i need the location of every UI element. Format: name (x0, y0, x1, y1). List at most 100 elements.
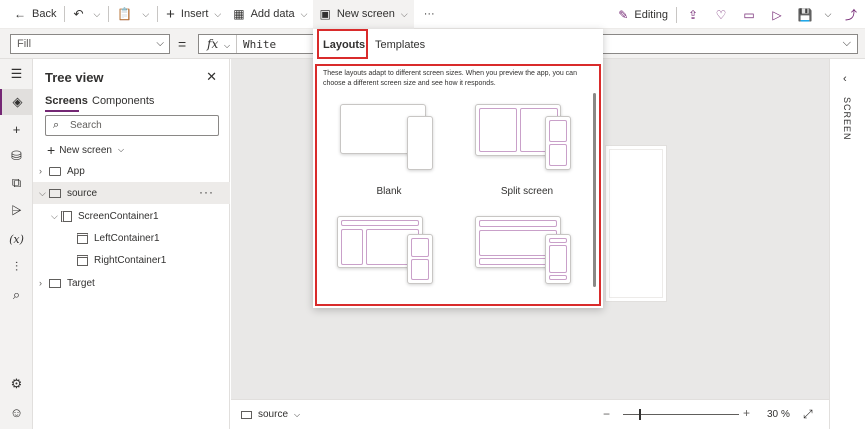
data-cylinder-icon[interactable]: ⛁ (0, 143, 33, 169)
tree-item-leftcontainer1[interactable]: LeftContainer1 (33, 227, 230, 249)
app-icon (49, 166, 61, 176)
layouts-description: These layouts adapt to different screen … (323, 70, 577, 87)
tab-components[interactable]: Components (92, 95, 154, 107)
tree-view-pane: Tree view ✕ Screens Components ⌕ Search … (33, 59, 230, 429)
new-screen-icon: ▣ (319, 7, 331, 21)
zoom-unit: % (781, 409, 790, 420)
chevron-down-icon: ⌵ (51, 210, 58, 221)
chevron-down-icon: ⌵ (294, 409, 301, 419)
chevron-down-icon: ⌵ (224, 41, 231, 50)
search-placeholder: Search (70, 120, 102, 131)
tree-search-input[interactable]: ⌕ Search (45, 115, 219, 136)
insert-button[interactable]: + Insert ⌵ (160, 0, 227, 29)
tab-templates[interactable]: Templates (375, 39, 425, 51)
chevron-down-icon: ⌵ (118, 145, 125, 154)
tree-item-app[interactable]: › App (33, 160, 230, 182)
chevron-down-icon: ⌵ (300, 8, 308, 19)
power-automate-icon[interactable]: ⩥ (0, 198, 33, 224)
zoom-slider-thumb[interactable] (639, 409, 641, 420)
chevron-right-icon: › (39, 166, 42, 176)
tree-item-label: LeftContainer1 (94, 232, 160, 244)
plus-icon: + (166, 5, 175, 23)
search-icon[interactable]: ⌕ (0, 282, 33, 308)
layout-sidebar[interactable] (337, 216, 437, 306)
layout-header-main-footer[interactable] (475, 216, 575, 306)
variables-icon[interactable]: (x) (0, 226, 33, 252)
save-dropdown-chevron-icon[interactable]: ⌵ (819, 0, 837, 29)
editing-label: Editing (634, 8, 668, 21)
new-screen-button[interactable]: ▣ New screen ⌵ (313, 0, 414, 29)
settings-gear-icon[interactable]: ⚙ (0, 371, 33, 397)
app-checker-icon[interactable]: ♡ (707, 0, 735, 29)
tree-item-rightcontainer1[interactable]: RightContainer1 (33, 249, 230, 271)
zoom-in-button[interactable]: + (743, 406, 750, 420)
split-phone-top-pane (549, 120, 567, 142)
screen-container-outline (609, 149, 663, 298)
screen-selector[interactable]: source ⌵ (241, 409, 300, 420)
back-label: Back (32, 8, 57, 20)
property-value: Fill (17, 38, 32, 50)
hmf-header (479, 220, 557, 227)
tab-screens[interactable]: Screens (45, 95, 88, 107)
tree-item-source[interactable]: ⌵ source ··· (33, 182, 230, 204)
scrollbar[interactable] (593, 93, 596, 287)
sidebar-left-pane (341, 229, 363, 265)
media-icon[interactable]: ⧉ (0, 170, 33, 196)
publish-icon[interactable]: ⤴ (837, 0, 865, 29)
insert-plus-icon[interactable]: + (0, 116, 33, 142)
blank-layout-phone-thumbnail (407, 116, 433, 170)
fit-to-window-icon[interactable]: ⤢ (803, 407, 813, 422)
layouts-panel: These layouts adapt to different screen … (315, 64, 601, 306)
plus-icon: + (47, 142, 56, 158)
comments-icon[interactable]: ▭ (735, 0, 763, 29)
hamburger-menu-icon[interactable]: ☰ (0, 61, 33, 87)
more-options-icon[interactable]: ··· (199, 185, 214, 199)
tab-layouts[interactable]: Layouts (323, 39, 365, 51)
fx-button[interactable]: fx ⌵ (199, 35, 237, 53)
horizontal-container-icon (61, 210, 72, 222)
tree-view-layers-icon[interactable]: ◈ (0, 89, 33, 115)
properties-panel-label: SCREEN (842, 97, 852, 141)
insert-label: Insert (180, 8, 209, 20)
paste-button[interactable]: 📋 ⌵ (111, 0, 155, 29)
tree-item-screencontainer1[interactable]: ⌵ ScreenContainer1 (33, 205, 230, 227)
tree-item-target[interactable]: › Target (33, 272, 230, 294)
sidebar-phone-bottom-pane (411, 259, 429, 280)
save-icon[interactable]: 💾 (791, 0, 819, 29)
new-screen-tree-button[interactable]: + New screen ⌵ (47, 142, 124, 158)
hmf-phone-header (549, 238, 567, 243)
command-bar: ← Back ↶ ⌵ 📋 ⌵ + Insert ⌵ ▦ Add data ⌵ ▣… (0, 0, 865, 29)
more-button[interactable]: ··· (414, 0, 441, 29)
advanced-tools-icon[interactable]: ⫶ (0, 254, 33, 280)
split-layout-phone-thumbnail (545, 116, 571, 170)
divider (157, 6, 159, 22)
back-button[interactable]: ← Back (0, 0, 62, 29)
tree-item-label: ScreenContainer1 (78, 210, 159, 222)
expand-formula-icon[interactable]: ⌵ (843, 37, 851, 50)
add-data-button[interactable]: ▦ Add data ⌵ (227, 0, 313, 29)
database-grid-icon: ▦ (233, 7, 245, 21)
status-bar: source ⌵ − + 30 % ⤢ (231, 399, 829, 429)
chevron-right-icon: › (39, 278, 42, 288)
virtual-agent-icon[interactable]: ☺ (0, 399, 33, 425)
split-left-pane (479, 108, 517, 152)
divider (64, 6, 66, 22)
close-icon[interactable]: ✕ (206, 69, 217, 85)
share-icon[interactable]: ⇪ (679, 0, 707, 29)
chevron-down-icon: ⌵ (142, 8, 150, 19)
editing-button[interactable]: ✎ Editing (612, 0, 674, 29)
zoom-out-button[interactable]: − (603, 407, 610, 421)
search-icon: ⌕ (53, 119, 60, 131)
play-icon[interactable]: ▷ (763, 0, 791, 29)
property-dropdown[interactable]: Fill ⌵ (10, 34, 170, 54)
left-rail: ☰ ◈ + ⛁ ⧉ ⩥ (x) ⫶ ⌕ ⚙ ☺ (0, 59, 33, 429)
undo-button[interactable]: ↶ ⌵ (67, 0, 106, 29)
screen-icon (49, 278, 61, 288)
undo-icon: ↶ (73, 7, 84, 21)
tree-item-label: Target (67, 277, 95, 289)
sidebar-header (341, 220, 419, 226)
screen-artboard[interactable] (605, 145, 667, 302)
properties-panel-collapsed: ‹ SCREEN (829, 59, 865, 429)
expand-chevron-icon[interactable]: ‹ (843, 73, 847, 85)
split-phone-bottom-pane (549, 144, 567, 166)
